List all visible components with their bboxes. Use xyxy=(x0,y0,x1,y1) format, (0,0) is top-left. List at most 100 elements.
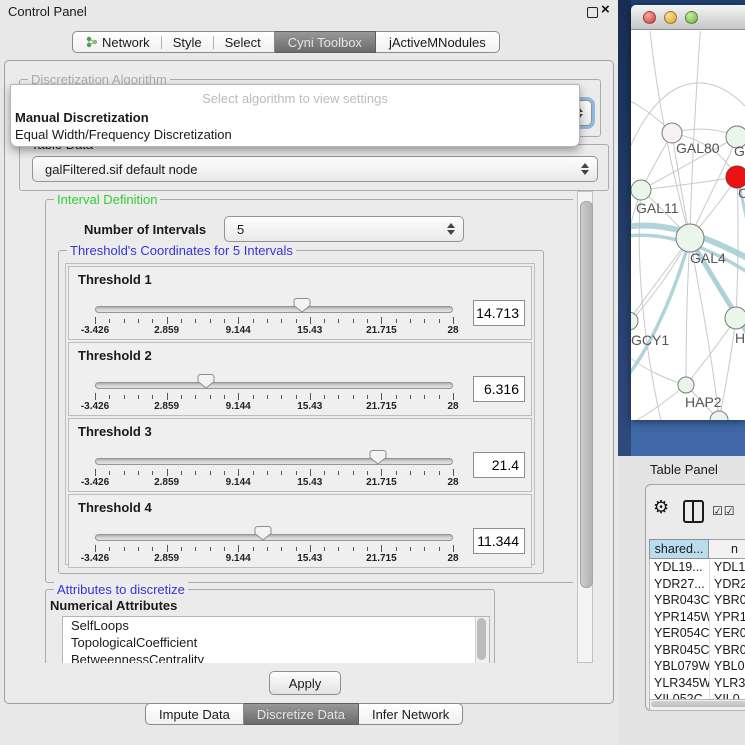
attribute-list-item[interactable]: SelfLoops xyxy=(63,617,489,634)
threshold-panel: Threshold 3-3.4262.8599.14415.4321.71528 xyxy=(68,418,532,492)
num-intervals-combobox[interactable]: 5 xyxy=(224,216,464,242)
network-icon xyxy=(86,35,98,49)
tab-jactivemnodules[interactable]: jActiveMNodules xyxy=(376,31,500,53)
table-header: shared... n xyxy=(649,539,745,559)
column-header-shared-name[interactable]: shared... xyxy=(649,539,709,559)
attribute-list-item[interactable]: BetweennessCentrality xyxy=(63,651,489,663)
table-panel: Table Panel ⚙ ☑☑ shared... n YDL19...YDL… xyxy=(618,456,745,745)
network-window-titlebar xyxy=(631,5,745,30)
settings-scrollbar[interactable] xyxy=(577,191,593,663)
threshold-slider-thumb[interactable] xyxy=(254,525,272,541)
network-node[interactable] xyxy=(710,411,728,420)
close-icon[interactable]: × xyxy=(601,1,610,18)
algorithm-dropdown-popup: Select algorithm to view settingsManual … xyxy=(10,84,580,147)
combo-arrows-icon xyxy=(581,163,589,175)
interval-definition-group: Interval Definition Number of Intervals … xyxy=(45,199,573,583)
threshold-slider-track[interactable] xyxy=(95,534,453,541)
interval-group-label: Interval Definition xyxy=(54,192,160,207)
node-label: H xyxy=(735,330,745,346)
network-canvas[interactable]: GAL80 GA C GAL11 GAL4 GCY1 H HAP2 xyxy=(631,31,745,420)
attribute-list-item[interactable]: TopologicalCoefficient xyxy=(63,634,489,651)
node-label: GCY1 xyxy=(631,332,669,348)
threshold-panel: Threshold 4-3.4262.8599.14415.4321.71528 xyxy=(68,494,532,568)
threshold-panel: Threshold 2-3.4262.8599.14415.4321.71528 xyxy=(68,342,532,416)
dropdown-placeholder: Select algorithm to view settings xyxy=(11,85,579,109)
node-label: GAL4 xyxy=(690,250,726,266)
panel-title: Control Panel xyxy=(8,4,87,19)
tab-cyni-toolbox[interactable]: Cyni Toolbox xyxy=(275,31,376,53)
node-label: C xyxy=(738,185,745,201)
zoom-traffic-light-icon[interactable] xyxy=(685,11,698,24)
threshold-value-input[interactable] xyxy=(473,452,525,478)
tab-network[interactable]: Network xyxy=(75,32,161,52)
table-row[interactable]: YBR045CYBR0 xyxy=(650,642,745,659)
table-row[interactable]: YLR345WYLR3 xyxy=(650,675,745,692)
minimize-traffic-light-icon[interactable] xyxy=(664,11,677,24)
desktop-background: GAL80 GA C GAL11 GAL4 GCY1 H HAP2 xyxy=(618,0,745,456)
dropdown-option[interactable]: Equal Width/Frequency Discretization xyxy=(11,126,579,143)
table-row[interactable]: YIL052CYIL0 xyxy=(650,691,745,699)
table-row[interactable]: YDR27...YDR2 xyxy=(650,576,745,593)
cyni-toolbox-panel: Discretization Algorithm Table Data galF… xyxy=(4,60,614,704)
threshold-slider-track[interactable] xyxy=(95,306,453,313)
numerical-attributes-label: Numerical Attributes xyxy=(50,598,177,613)
table-row[interactable]: YER054CYER0 xyxy=(650,625,745,642)
attributes-group: Attributes to discretize Numerical Attri… xyxy=(45,589,495,663)
table-data-combobox[interactable]: galFiltered.sif default node xyxy=(32,156,598,182)
thresholds-group-label: Threshold's Coordinates for 5 Intervals xyxy=(67,243,296,258)
table-row[interactable]: YBL079WYBL0 xyxy=(650,658,745,675)
node-label: GAL11 xyxy=(636,200,679,216)
tab-group-network-style-select: NetworkStyleSelect xyxy=(72,31,275,53)
split-columns-icon[interactable] xyxy=(683,500,704,523)
threshold-value-input[interactable] xyxy=(473,528,525,554)
threshold-slider-thumb[interactable] xyxy=(293,297,311,313)
threshold-slider-thumb[interactable] xyxy=(369,449,387,465)
settings-scroll-area: Interval Definition Number of Intervals … xyxy=(13,191,573,663)
table-panel-body: ⚙ ☑☑ shared... n YDL19...YDL1YDR27...YDR… xyxy=(645,484,745,711)
network-view-window: GAL80 GA C GAL11 GAL4 GCY1 H HAP2 xyxy=(631,5,745,420)
table-row[interactable]: YPR145WYPR1 xyxy=(650,609,745,626)
threshold-slider-track[interactable] xyxy=(95,382,453,389)
tab-infer-network[interactable]: Infer Network xyxy=(359,703,463,725)
column-header-name[interactable]: n xyxy=(709,539,745,559)
threshold-slider-track[interactable] xyxy=(95,458,453,465)
network-node[interactable] xyxy=(631,180,651,200)
top-tab-bar: NetworkStyleSelectCyni ToolboxjActiveMNo… xyxy=(72,31,500,53)
float-window-icon[interactable] xyxy=(587,7,598,18)
threshold-label: Threshold 1 xyxy=(78,272,152,287)
threshold-slider-thumb[interactable] xyxy=(197,373,215,389)
node-label: GA xyxy=(734,143,745,159)
tab-style[interactable]: Style xyxy=(162,32,213,52)
attributes-list[interactable]: SelfLoopsTopologicalCoefficientBetweenne… xyxy=(62,616,490,663)
column-checkboxes-icon[interactable]: ☑☑ xyxy=(712,504,736,518)
threshold-label: Threshold 3 xyxy=(78,424,152,439)
attributes-list-scrollbar[interactable] xyxy=(475,617,489,663)
network-node[interactable] xyxy=(676,224,704,252)
close-traffic-light-icon[interactable] xyxy=(643,11,656,24)
dropdown-option[interactable]: Manual Discretization xyxy=(11,109,579,126)
network-node[interactable] xyxy=(725,307,745,329)
node-label: GAL80 xyxy=(676,140,720,156)
threshold-label: Threshold 2 xyxy=(78,348,152,363)
threshold-panel: Threshold 1-3.4262.8599.14415.4321.71528 xyxy=(68,266,532,340)
table-row[interactable]: YBR043CYBR0 xyxy=(650,592,745,609)
node-label: HAP2 xyxy=(685,394,722,410)
table-row[interactable]: YDL19...YDL1 xyxy=(650,559,745,576)
threshold-value-input[interactable] xyxy=(473,376,525,402)
tab-select[interactable]: Select xyxy=(214,32,272,52)
combo-arrows-icon xyxy=(447,223,455,235)
table-panel-title: Table Panel xyxy=(650,462,718,477)
apply-button[interactable]: Apply xyxy=(269,671,341,695)
threshold-value-input[interactable] xyxy=(473,300,525,326)
tab-impute-data[interactable]: Impute Data xyxy=(145,703,244,725)
tab-discretize-data[interactable]: Discretize Data xyxy=(244,703,359,725)
table-data-value: galFiltered.sif default node xyxy=(39,162,581,177)
bottom-tab-bar: Impute DataDiscretize DataInfer Network xyxy=(145,703,463,725)
network-node[interactable] xyxy=(678,377,694,393)
gear-icon[interactable]: ⚙ xyxy=(653,497,669,518)
num-intervals-value: 5 xyxy=(231,222,447,237)
horizontal-scrollbar[interactable] xyxy=(649,699,745,711)
threshold-list: Threshold 1-3.4262.8599.14415.4321.71528… xyxy=(65,263,535,565)
table-rows: YDL19...YDL1YDR27...YDR2YBR043CYBR0YPR14… xyxy=(649,559,745,699)
threshold-label: Threshold 4 xyxy=(78,500,152,515)
